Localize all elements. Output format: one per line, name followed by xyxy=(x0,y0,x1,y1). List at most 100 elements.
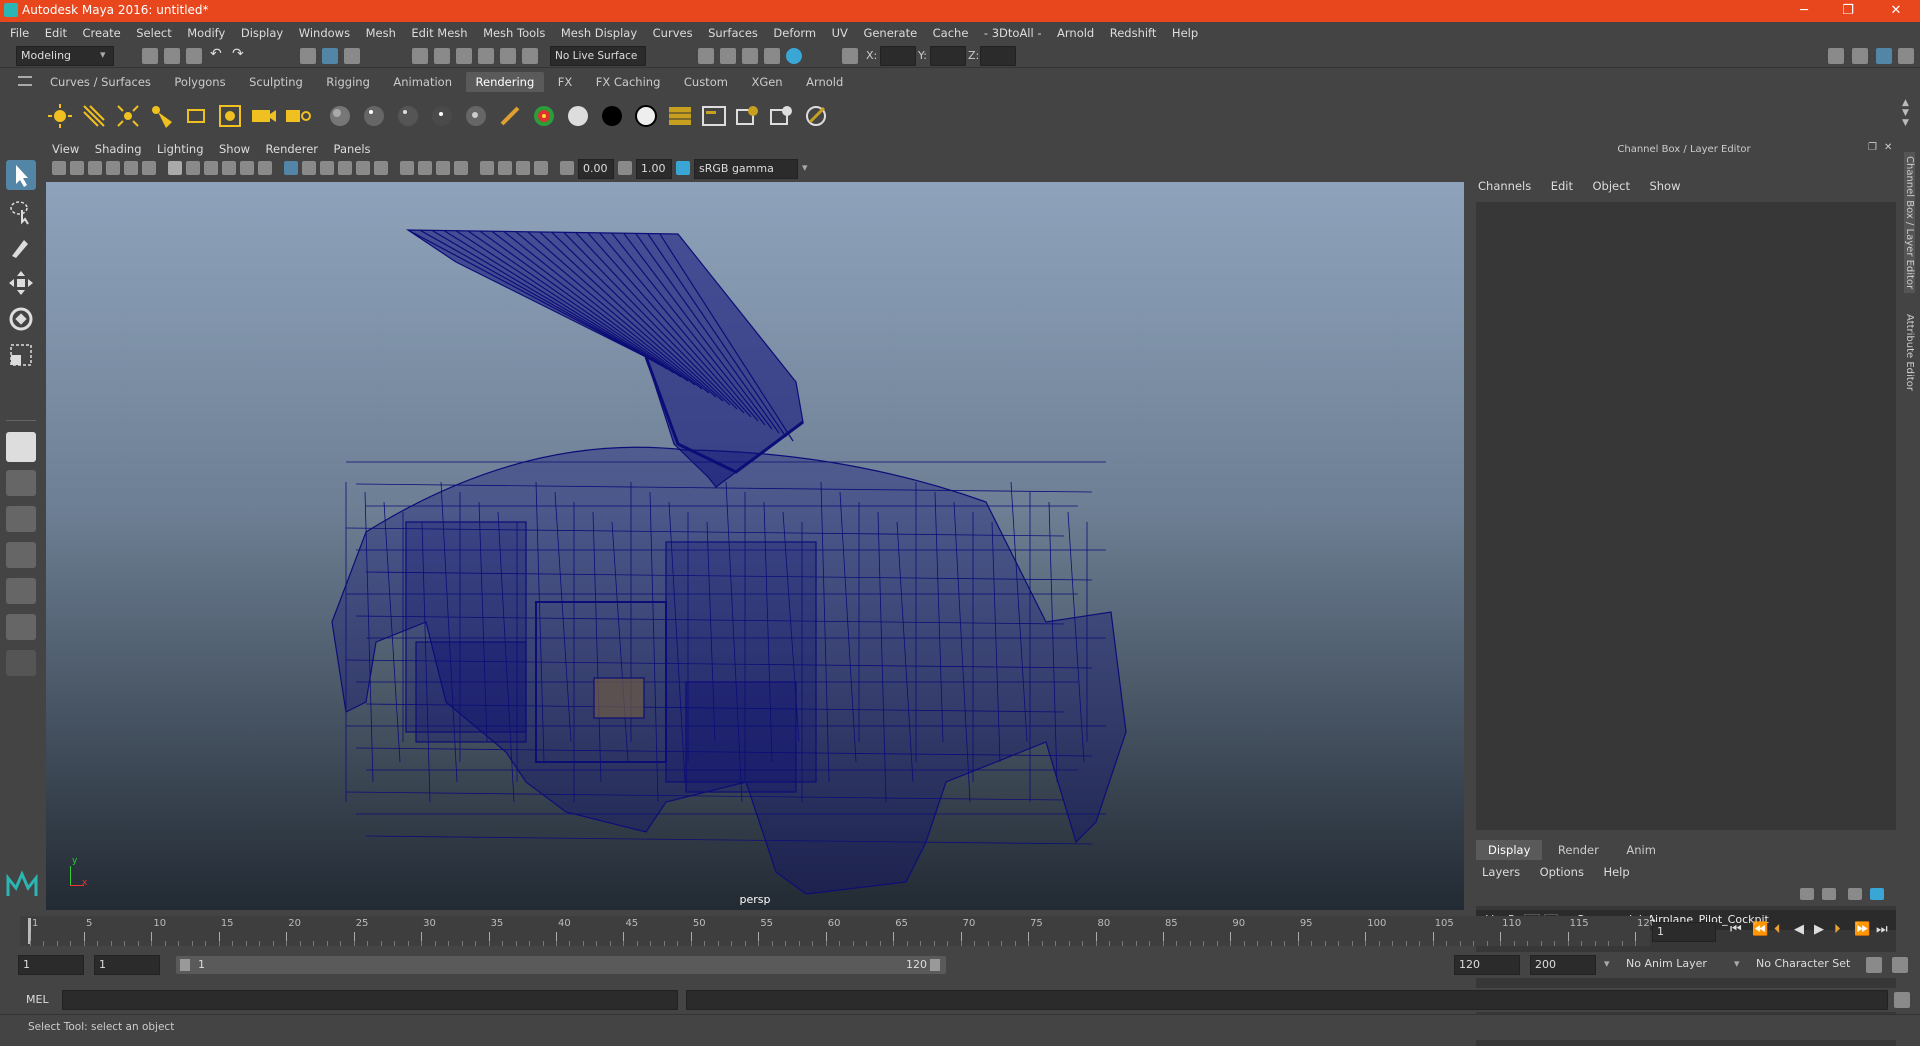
lasso-tool-icon[interactable] xyxy=(6,196,36,226)
2d-pan-zoom-icon[interactable] xyxy=(124,161,138,175)
x-field[interactable] xyxy=(880,46,916,66)
gamma-field[interactable]: 1.00 xyxy=(636,159,672,179)
move-layer-up-icon[interactable] xyxy=(1800,888,1814,900)
step-forward-key-icon[interactable]: ⏵ xyxy=(1834,922,1841,937)
auto-key-icon[interactable] xyxy=(1866,957,1882,973)
surface-shader-white-icon[interactable] xyxy=(564,102,592,130)
menu-mesh-tools[interactable]: Mesh Tools xyxy=(477,22,551,44)
tool-settings-icon[interactable] xyxy=(1898,48,1914,64)
perspective-graph-layout-icon[interactable] xyxy=(6,542,36,568)
menu-uv[interactable]: UV xyxy=(826,22,854,44)
render-frame-icon[interactable] xyxy=(698,48,714,64)
shelf-scroll-icon[interactable]: ▲ ▼ ▼ xyxy=(1902,98,1909,128)
wireframe-on-shaded-icon[interactable] xyxy=(338,161,352,175)
range-end-handle[interactable] xyxy=(930,959,940,971)
panel-menu-view[interactable]: View xyxy=(46,140,85,158)
tab-arnold[interactable]: Arnold xyxy=(796,72,853,92)
menu-arnold[interactable]: Arnold xyxy=(1051,22,1100,44)
blinn-shader-icon[interactable] xyxy=(360,102,388,130)
snap-grid-icon[interactable] xyxy=(412,48,428,64)
xray-components-icon[interactable] xyxy=(534,161,548,175)
new-empty-layer-icon[interactable] xyxy=(1848,888,1862,900)
undo-icon[interactable]: ↶ xyxy=(210,46,222,62)
save-scene-icon[interactable] xyxy=(186,48,202,64)
four-view-layout-icon[interactable] xyxy=(6,470,36,496)
menu-layers[interactable]: Layers xyxy=(1474,862,1528,882)
new-scene-icon[interactable] xyxy=(142,48,158,64)
persp-uv-layout-icon[interactable] xyxy=(6,614,36,640)
anisotropic-shader-icon[interactable] xyxy=(462,102,490,130)
ipr-shelf-icon[interactable] xyxy=(734,102,762,130)
tab-rendering[interactable]: Rendering xyxy=(465,72,545,92)
tab-sculpting[interactable]: Sculpting xyxy=(239,72,313,92)
live-surface-field[interactable]: No Live Surface xyxy=(550,46,646,66)
new-layer-selected-icon[interactable] xyxy=(1870,888,1884,900)
perspective-outliner-layout-icon[interactable] xyxy=(6,506,36,532)
tab-polygons[interactable]: Polygons xyxy=(164,72,235,92)
menu-generate[interactable]: Generate xyxy=(857,22,923,44)
use-all-lights-icon[interactable] xyxy=(374,161,388,175)
shadows-icon[interactable] xyxy=(400,161,414,175)
gamma-icon[interactable] xyxy=(618,161,632,175)
menu-help[interactable]: Help xyxy=(1166,22,1204,44)
tab-fx-caching[interactable]: FX Caching xyxy=(586,72,671,92)
magnet-icon[interactable] xyxy=(522,48,538,64)
select-object-icon[interactable] xyxy=(322,48,338,64)
move-layer-down-icon[interactable] xyxy=(1822,888,1836,900)
tab-anim[interactable]: Anim xyxy=(1614,840,1668,860)
safe-action-icon[interactable] xyxy=(258,161,272,175)
menu-curves[interactable]: Curves xyxy=(647,22,699,44)
script-editor-icon[interactable] xyxy=(1894,992,1910,1008)
redo-icon[interactable]: ↷ xyxy=(232,46,244,62)
layout-options-icon[interactable] xyxy=(6,650,36,676)
grease-pencil-icon[interactable] xyxy=(142,161,156,175)
go-to-start-icon[interactable]: ⏮ xyxy=(1730,922,1742,937)
step-forward-frame-icon[interactable]: ⏩ xyxy=(1854,922,1870,937)
minimize-button[interactable]: ─ xyxy=(1782,0,1826,22)
snap-curve-icon[interactable] xyxy=(434,48,450,64)
menu-cb-show[interactable]: Show xyxy=(1641,176,1688,196)
camera-attributes-icon[interactable] xyxy=(70,161,84,175)
camera-icon[interactable] xyxy=(250,102,278,130)
layered-shader-icon[interactable] xyxy=(632,102,660,130)
exposure-field[interactable]: 0.00 xyxy=(578,159,614,179)
single-perspective-layout-icon[interactable] xyxy=(6,432,36,462)
y-field[interactable] xyxy=(930,46,966,66)
wireframe-icon[interactable] xyxy=(284,161,298,175)
step-back-key-icon[interactable]: ⏴ xyxy=(1774,922,1781,937)
snap-point-icon[interactable] xyxy=(456,48,472,64)
menu-windows[interactable]: Windows xyxy=(293,22,356,44)
render-view-icon[interactable] xyxy=(786,48,802,64)
panel-menu-lighting[interactable]: Lighting xyxy=(151,140,209,158)
ramp-shader-icon[interactable] xyxy=(496,102,524,130)
menu-surfaces[interactable]: Surfaces xyxy=(702,22,764,44)
image-plane-icon[interactable] xyxy=(106,161,120,175)
play-backwards-icon[interactable]: ◀ xyxy=(1794,922,1804,937)
rotate-tool-icon[interactable] xyxy=(6,304,36,334)
hypershade-icon[interactable] xyxy=(764,48,780,64)
menu-cb-edit[interactable]: Edit xyxy=(1543,176,1581,196)
batch-render-icon[interactable] xyxy=(768,102,796,130)
move-tool-icon[interactable] xyxy=(6,268,36,298)
panel-menu-renderer[interactable]: Renderer xyxy=(260,140,325,158)
menu-edit-mesh[interactable]: Edit Mesh xyxy=(405,22,473,44)
close-panel-icon[interactable]: ✕ xyxy=(1884,142,1892,153)
camera-aim-icon[interactable] xyxy=(284,102,312,130)
menu-3dtoall[interactable]: - 3DtoAll - xyxy=(978,22,1048,44)
menu-create[interactable]: Create xyxy=(77,22,127,44)
xray-joints-icon[interactable] xyxy=(516,161,530,175)
bookmarks-icon[interactable] xyxy=(88,161,102,175)
grid-icon[interactable] xyxy=(168,161,182,175)
tab-display[interactable]: Display xyxy=(1476,840,1543,860)
menu-deform[interactable]: Deform xyxy=(767,22,822,44)
side-tab-attribute-editor[interactable]: Attribute Editor xyxy=(1904,310,1915,395)
command-language-label[interactable]: MEL xyxy=(26,993,49,1006)
view-transform-select[interactable]: sRGB gamma xyxy=(694,159,798,179)
snap-view-plane-icon[interactable] xyxy=(478,48,494,64)
menu-file[interactable]: File xyxy=(4,22,35,44)
playback-start-field[interactable]: 1 xyxy=(94,955,160,975)
maximize-button[interactable]: ❐ xyxy=(1826,0,1870,22)
menu-mesh-display[interactable]: Mesh Display xyxy=(555,22,643,44)
film-gate-icon[interactable] xyxy=(186,161,200,175)
panel-menu-show[interactable]: Show xyxy=(213,140,256,158)
